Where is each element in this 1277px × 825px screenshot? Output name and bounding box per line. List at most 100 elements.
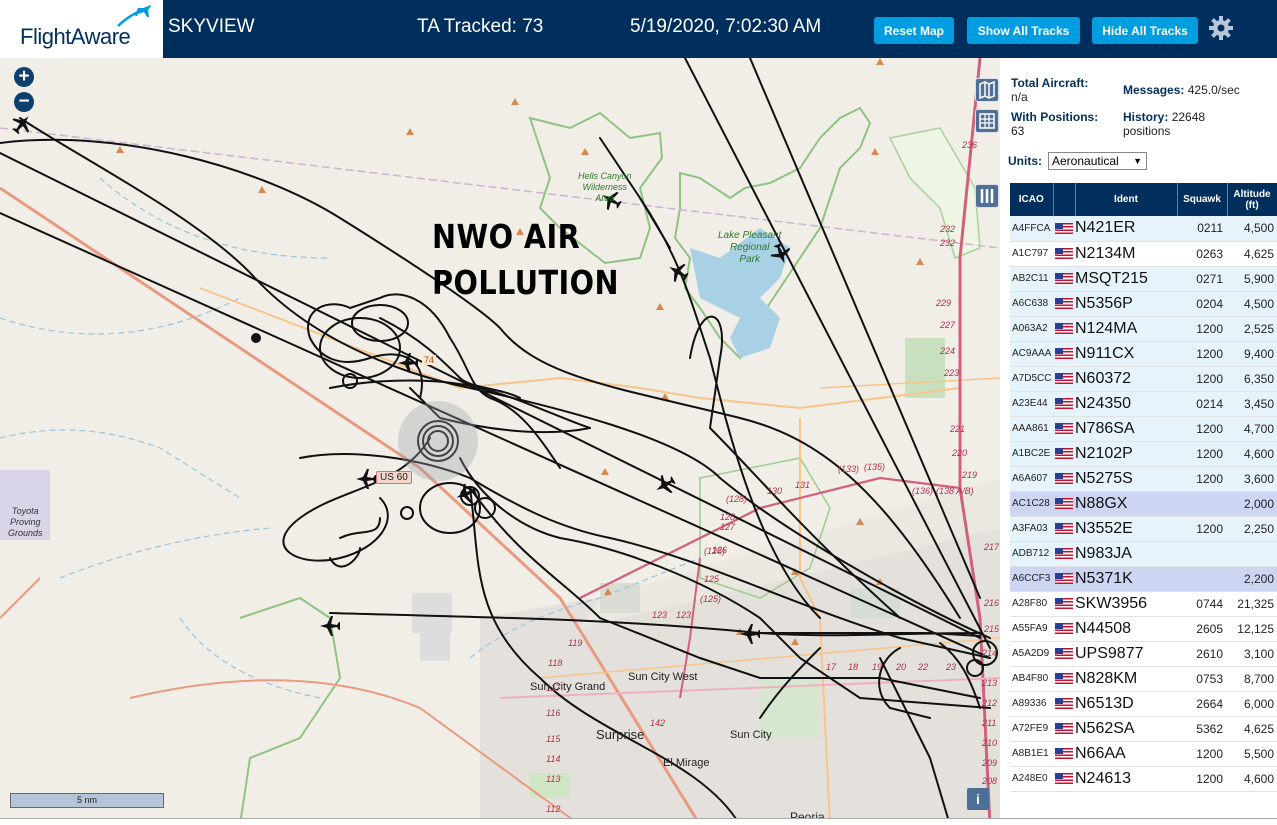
annotation-line2: POLLUTION [432,263,619,302]
route-number-label: 22 [918,662,929,672]
cell-flag [1053,441,1075,467]
cell-altitude: 21,325 [1227,591,1277,617]
label-route-74: 74 [422,355,437,365]
cell-altitude: 4,500 [1227,291,1277,317]
table-row[interactable]: A063A2 N124MA 1200 2,525 [1010,316,1277,342]
route-number-label: 214 [982,648,998,658]
table-row[interactable]: A6C638 N5356P 0204 4,500 [1010,291,1277,317]
col-ident[interactable]: Ident [1075,183,1178,216]
table-row[interactable]: A23E44 N24350 0214 3,450 [1010,391,1277,417]
us-flag-icon [1055,697,1073,709]
table-row[interactable]: A3FA03 N3552E 1200 2,250 [1010,516,1277,542]
us-flag-icon [1055,522,1073,534]
cell-altitude: 4,600 [1227,441,1277,467]
zoom-in-button[interactable]: + [14,67,34,87]
cell-altitude: 4,500 [1227,216,1277,242]
table-row[interactable]: A89336 N6513D 2664 6,000 [1010,691,1277,717]
cell-flag [1053,641,1075,667]
cell-squawk [1177,491,1227,517]
cell-ident: N24350 [1075,391,1177,417]
col-icao[interactable]: ICAO [1010,183,1054,216]
us-flag-icon [1055,247,1073,259]
cell-ident: MSQT215 [1075,266,1177,292]
col-altitude[interactable]: Altitude (ft) [1227,183,1277,216]
label-us60: US 60 [376,471,412,484]
table-row[interactable]: A8B1E1 N66AA 1200 5,500 [1010,741,1277,767]
label-hells-canyon: Hells Canyon Wilderness Area [578,171,632,203]
logo-text: FlightAware [20,24,131,49]
route-number-label: 112 [546,804,561,814]
map-view[interactable]: 232 232 236 229 227 224 223 221 220 219 217 216 215 2… [0,58,1000,825]
map-layers-icon[interactable] [975,78,999,102]
cell-icao: AC9AAA [1010,341,1053,367]
table-row[interactable]: A1C797 N2134M 0263 4,625 [1010,241,1277,267]
cell-altitude: 4,625 [1227,241,1277,267]
route-number-label: 227 [940,320,956,330]
columns-icon[interactable] [975,184,999,208]
cell-flag [1053,291,1075,317]
route-number-label: 209 [982,758,998,768]
reset-map-button[interactable]: Reset Map [874,17,954,44]
cell-flag [1053,391,1075,417]
cell-flag [1053,416,1075,442]
zoom-out-button[interactable]: − [14,92,34,112]
table-row[interactable]: A6CCF3 N5371K 2,200 [1010,566,1277,592]
info-button[interactable]: i [967,788,989,810]
units-select[interactable]: Aeronautical ▼ [1048,152,1147,170]
table-row[interactable]: AAA861 N786SA 1200 4,700 [1010,416,1277,442]
cell-icao: A89336 [1010,691,1053,717]
cell-squawk: 1200 [1177,766,1227,792]
table-row[interactable]: A5A2D9 UPS9877 2610 3,100 [1010,641,1277,667]
app-name: SKYVIEW [168,16,255,37]
table-row[interactable]: A72FE9 N562SA 5362 4,625 [1010,716,1277,742]
col-squawk[interactable]: Squawk [1177,183,1228,216]
route-number-label: (125) [700,594,722,604]
grid-icon[interactable] [975,109,999,133]
route-number-label: (135) [864,462,886,472]
cell-altitude: 6,000 [1227,691,1277,717]
table-row[interactable]: AB4F80 N828KM 0753 8,700 [1010,666,1277,692]
table-row[interactable]: A6A607 N5275S 1200 3,600 [1010,466,1277,492]
table-row[interactable]: A7D5CC N60372 1200 6,350 [1010,366,1277,392]
cell-flag [1053,316,1075,342]
cell-ident: N44508 [1075,616,1177,642]
cell-squawk: 1200 [1177,316,1227,342]
table-row[interactable]: AC1C28 N88GX 2,000 [1010,491,1277,517]
table-row[interactable]: A1BC2E N2102P 1200 4,600 [1010,441,1277,467]
table-row[interactable]: AB2C11 MSQT215 0271 5,900 [1010,266,1277,292]
cell-icao: A55FA9 [1010,616,1053,642]
cell-flag [1053,216,1075,242]
us-flag-icon [1055,447,1073,459]
label-sun-city-grand: Sun City Grand [530,681,606,693]
cell-squawk: 2605 [1177,616,1227,642]
dropdown-arrow-icon: ▼ [1133,156,1142,166]
table-row[interactable]: A248E0 N24613 1200 4,600 [1010,766,1277,792]
table-row[interactable]: ADB712 N983JA [1010,541,1277,567]
logo[interactable]: FlightAware [0,0,163,58]
cell-squawk: 2664 [1177,691,1227,717]
cell-ident: N124MA [1075,316,1177,342]
with-positions-value: 63 [1011,124,1025,138]
hide-all-tracks-button[interactable]: Hide All Tracks [1092,17,1198,44]
us-flag-icon [1055,597,1073,609]
route-number-label: (136) [912,486,934,496]
route-number-label: 219 [962,470,978,480]
table-row[interactable]: A55FA9 N44508 2605 12,125 [1010,616,1277,642]
route-number-label: 131 [795,480,811,490]
us-flag-icon [1055,747,1073,759]
cell-icao: A5A2D9 [1010,641,1053,667]
cell-flag [1053,591,1075,617]
table-row[interactable]: A4FFCA N421ER 0211 4,500 [1010,216,1277,242]
table-row[interactable]: A28F80 SKW3956 0744 21,325 [1010,591,1277,617]
route-number-label: 220 [952,448,968,458]
cell-altitude: 5,900 [1227,266,1277,292]
route-number-label: 223 [944,368,960,378]
label-sun-city: Sun City [730,729,772,741]
gear-icon[interactable] [1207,14,1235,42]
table-row[interactable]: AC9AAA N911CX 1200 9,400 [1010,341,1277,367]
col-flag[interactable] [1053,183,1076,216]
cell-icao: A6C638 [1010,291,1053,317]
cell-icao: ADB712 [1010,541,1053,567]
show-all-tracks-button[interactable]: Show All Tracks [967,17,1080,44]
route-number-label: 211 [982,718,997,728]
